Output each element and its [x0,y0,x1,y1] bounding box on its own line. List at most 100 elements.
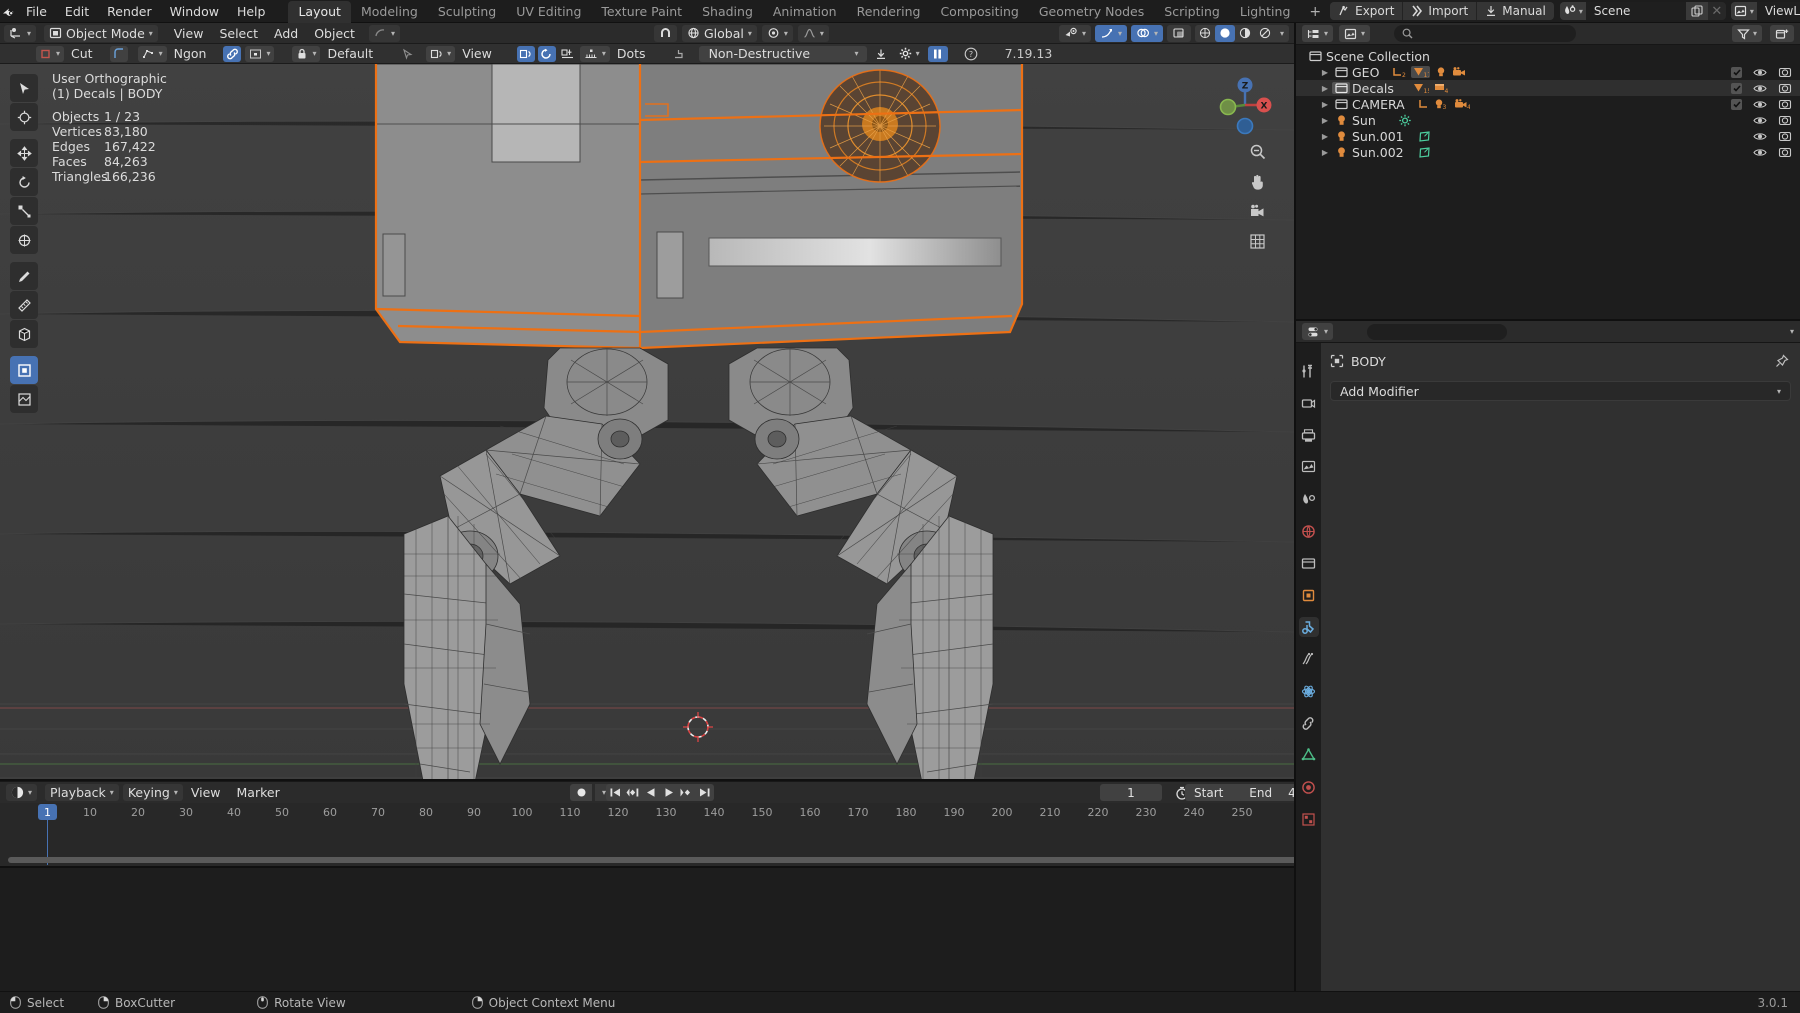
grid-icon[interactable]: ▾ [579,45,610,62]
funnel-icon[interactable]: ▾ [1731,25,1762,42]
camera-render-icon[interactable] [1778,114,1792,126]
tab-modeling[interactable]: Modeling [351,1,428,23]
outliner-row-camera[interactable]: ▶ CAMERA 3 4 [1296,96,1800,112]
menu-file[interactable]: File [17,2,56,21]
transform-tool-icon[interactable] [10,226,38,254]
tab-geometry-nodes[interactable]: Geometry Nodes [1029,1,1154,23]
viewport-menu-select[interactable]: Select [211,25,266,42]
timeline-editor-icon[interactable]: ▾ [6,784,38,801]
viewport-menu-view[interactable]: View [166,25,212,42]
camera-render-icon[interactable] [1778,130,1792,142]
camera-badge-icon[interactable] [1452,66,1466,78]
xray-toggle-icon[interactable] [1167,24,1191,42]
scene-name[interactable]: Scene [1585,2,1686,20]
mirror-icon[interactable]: ▾ [426,45,456,62]
menu-help[interactable]: Help [228,2,275,21]
eye-icon[interactable] [1753,147,1767,158]
exclude-checkbox[interactable] [1731,82,1742,94]
tab-layout[interactable]: Layout [288,0,351,23]
outliner-editor[interactable]: ▾ ▾ ▾ Scene Collection ▶ GEO 2 1 ▶ Decal… [1296,23,1800,320]
area-light-data-icon[interactable] [1418,146,1432,159]
disclosure-triangle-icon[interactable]: ▶ [1318,84,1332,93]
add-modifier-dropdown[interactable]: Add Modifier ▾ [1330,381,1791,401]
tweak-select-icon[interactable] [10,74,38,102]
menu-render[interactable]: Render [98,2,161,21]
ngon-label[interactable]: Ngon [167,46,214,61]
eye-icon[interactable] [1753,131,1767,142]
outliner-id-filter-icon[interactable]: ▾ [1339,25,1371,42]
properties-editor-icon[interactable]: ▾ [1302,323,1334,340]
ngon-shape-icon[interactable]: ▾ [137,45,167,62]
surface-icon[interactable] [516,45,535,62]
add-workspace-button[interactable]: + [1300,1,1330,23]
timeline-body[interactable]: 1 10 20 30 40 50 60 70 80 90 100 110 120… [0,803,1316,866]
tab-texture[interactable] [1299,809,1319,829]
tab-texture-paint[interactable]: Texture Paint [591,1,692,23]
disclosure-triangle-icon[interactable]: ▶ [1318,68,1332,77]
arrow-down-icon[interactable] [872,46,890,62]
tab-scene[interactable] [1299,489,1319,509]
boxcutter-shape-icon[interactable]: ▾ [36,45,65,62]
properties-search-input[interactable] [1367,323,1530,340]
viewlayer-name[interactable]: ViewLayer [1756,2,1800,20]
viewlayer-selector[interactable]: ▾ ViewLayer ✕ [1730,2,1800,20]
tab-output[interactable] [1299,425,1319,445]
shading-rendered-icon[interactable] [1255,25,1275,42]
outliner-row-scene-collection[interactable]: Scene Collection [1296,48,1800,64]
tab-shading[interactable]: Shading [692,1,763,23]
properties-search-field[interactable] [1379,324,1530,339]
tab-data[interactable] [1299,745,1319,765]
transform-orientation-dropdown[interactable]: Global ▾ [681,24,757,42]
area-light-data-icon[interactable] [1418,130,1432,143]
tab-tool[interactable] [1299,361,1319,381]
outliner-search-input[interactable] [1394,25,1577,42]
new-scene-copy-icon[interactable] [1685,2,1708,20]
shading-material-icon[interactable] [1235,25,1255,42]
tab-physics[interactable] [1299,681,1319,701]
disclosure-triangle-icon[interactable]: ▶ [1318,100,1332,109]
jump-start-icon[interactable] [606,784,624,801]
prev-keyframe-icon[interactable] [624,784,642,801]
jump-end-icon[interactable] [696,784,714,801]
bevel-icon[interactable] [109,45,128,62]
array-icon[interactable] [559,46,577,62]
ortho-persp-icon[interactable] [1246,230,1268,252]
dots-label[interactable]: Dots [610,46,653,61]
measure-tool-icon[interactable] [10,291,38,319]
boxcutter-tool-icon[interactable] [10,356,38,384]
play-reverse-icon[interactable] [642,784,660,801]
question-icon[interactable]: ? [962,46,980,62]
tab-object[interactable] [1299,585,1319,605]
view-mode-label[interactable]: View [455,46,499,61]
object-visibility-icon[interactable]: ▾ [1058,24,1091,42]
mode-selector[interactable]: Object Mode ▾ [44,24,158,42]
light-badge-icon[interactable] [1435,66,1447,78]
outliner-search-field[interactable] [1418,26,1569,41]
camera-render-icon[interactable] [1778,146,1792,158]
slice-icon[interactable] [671,46,689,62]
default-preset-label[interactable]: Default [320,46,380,61]
next-keyframe-icon[interactable] [678,784,696,801]
menu-window[interactable]: Window [161,2,228,21]
timeline-ruler[interactable]: 1 10 20 30 40 50 60 70 80 90 100 110 120… [0,803,1316,825]
mesh-data-badge-icon[interactable]: 17 [1411,66,1431,78]
3d-viewport[interactable]: User Orthographic (1) Decals | BODY Obje… [0,64,1294,781]
camera-render-icon[interactable] [1778,98,1792,110]
zoom-icon[interactable] [1246,140,1268,162]
outliner-row-geo[interactable]: ▶ GEO 2 17 [1296,64,1800,80]
viewport-menu-add[interactable]: Add [266,25,306,42]
lock-icon[interactable]: ▾ [292,45,321,62]
viewport-menu-object[interactable]: Object [306,25,363,42]
import-button[interactable]: Import [1403,2,1478,20]
non-destructive-dropdown[interactable]: Non-Destructive ▾ [698,45,867,62]
timeline-current-frame-marker[interactable]: 1 [38,804,57,820]
tab-animation[interactable]: Animation [763,1,847,23]
snap-magnet-icon[interactable] [653,24,677,42]
shading-wireframe-icon[interactable] [1195,25,1215,42]
rotate-tool-icon[interactable] [10,168,38,196]
properties-options-chevron-icon[interactable]: ▾ [1790,327,1794,336]
tab-lighting[interactable]: Lighting [1230,1,1301,23]
proportional-editing-icon[interactable]: ▾ [761,24,793,42]
outliner-display-mode-icon[interactable]: ▾ [1302,25,1334,42]
gizmo-icon[interactable]: ▾ [1094,24,1127,42]
